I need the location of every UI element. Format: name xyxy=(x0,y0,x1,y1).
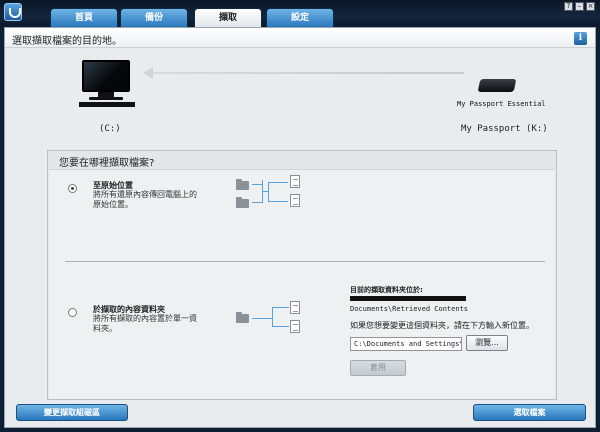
document-icon xyxy=(290,320,300,333)
connector-line xyxy=(268,182,288,183)
computer-monitor-icon xyxy=(82,60,130,92)
close-button[interactable]: × xyxy=(586,2,595,11)
drive-model-label: My Passport Essential xyxy=(457,100,546,108)
option-retrieved-folder-desc: 將所有擷取的內容置於單一資料夾。 xyxy=(93,314,197,333)
option-divider xyxy=(65,261,545,262)
tab-retrieve[interactable]: 擷取 xyxy=(194,8,262,27)
select-files-button[interactable]: 選取檔案 xyxy=(473,404,586,421)
info-icon[interactable]: i xyxy=(574,32,587,45)
change-retrieve-volume-button[interactable]: 變更擷取組磁區 xyxy=(16,404,128,421)
connector-line xyxy=(272,307,289,308)
header-strip: 選取擷取檔案的目的地。 i xyxy=(5,28,595,48)
connector-line xyxy=(252,202,262,203)
connector-line xyxy=(252,318,272,319)
path-redacted xyxy=(350,296,466,301)
app-logo-icon xyxy=(4,3,22,21)
tab-home[interactable]: 首頁 xyxy=(50,8,118,27)
connector-line xyxy=(268,182,269,202)
connector-line xyxy=(252,184,262,185)
document-icon xyxy=(290,175,300,188)
folder-icon xyxy=(236,312,249,323)
folder-path-input[interactable]: C:\Documents and Settings\Bya xyxy=(350,337,462,351)
current-folder-path: Documents\Retrieved Contents xyxy=(350,305,469,313)
tab-backup[interactable]: 備份 xyxy=(120,8,188,27)
option-retrieved-folder-radio[interactable] xyxy=(68,308,77,317)
connector-line xyxy=(272,326,289,327)
help-button[interactable]: ? xyxy=(564,2,573,11)
browse-button[interactable]: 瀏覽... xyxy=(466,335,508,351)
page-instruction: 選取擷取檔案的目的地。 xyxy=(12,36,122,47)
folder-icon xyxy=(236,197,249,208)
minimize-button[interactable]: – xyxy=(575,2,584,11)
main-panel: 選取擷取檔案的目的地。 i My Passport Essential (C:)… xyxy=(4,27,596,428)
monitor-base xyxy=(89,97,123,100)
transfer-arrow xyxy=(150,72,464,74)
target-drive-label: (C:) xyxy=(99,124,121,134)
connector-line xyxy=(272,307,273,327)
folder-icon xyxy=(236,179,249,190)
source-drive-label: My Passport (K:) xyxy=(461,124,548,134)
document-icon xyxy=(290,194,300,207)
document-icon xyxy=(290,301,300,314)
change-folder-hint: 如果您想要變更這個資料夾，請在下方輸入新位置。 xyxy=(350,321,534,330)
tab-settings[interactable]: 設定 xyxy=(266,8,334,27)
external-drive-icon xyxy=(477,79,517,92)
option-original-location-radio[interactable] xyxy=(68,184,77,193)
option-original-location-desc: 將所有還原內容傳回電腦上的原始位置。 xyxy=(93,190,197,209)
group-title: 您要在哪裡擷取檔案? xyxy=(59,158,155,169)
apply-button[interactable]: 套用 xyxy=(350,360,406,376)
title-bar: 首頁 備份 擷取 設定 ? – × xyxy=(0,0,600,27)
current-folder-title: 目前的擷取資料夾位於: xyxy=(350,286,423,294)
connector-line xyxy=(268,201,288,202)
computer-name-redacted xyxy=(79,102,135,107)
